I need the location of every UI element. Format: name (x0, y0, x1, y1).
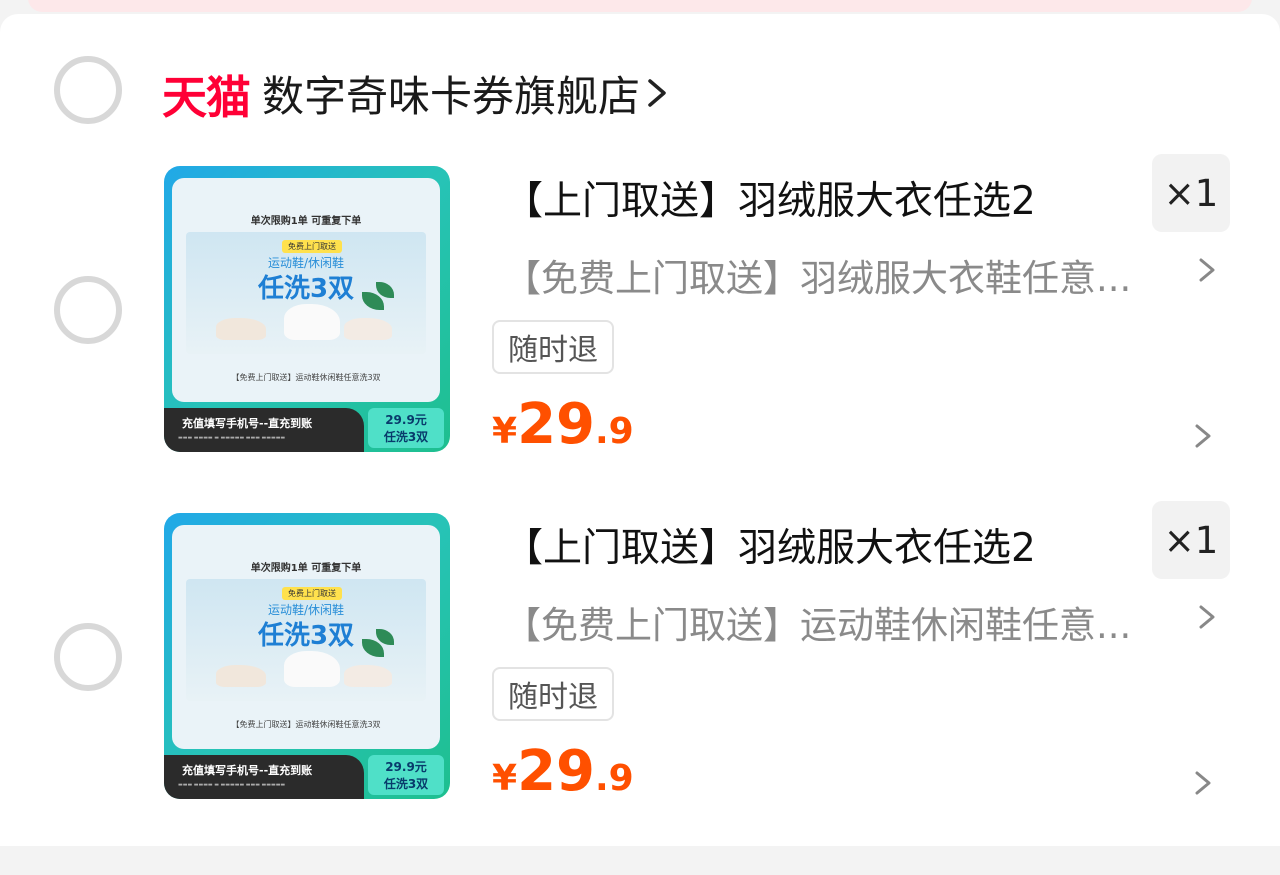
return-tag: 随时退 (492, 320, 614, 374)
store-header[interactable]: 天猫 数字奇味卡券旗舰店 (162, 58, 670, 128)
thumbnail-offer: 任洗3双 (383, 430, 429, 444)
item-sku[interactable]: 【免费上门取送】运动鞋休闲鞋任意... (504, 595, 1131, 649)
product-thumbnail[interactable]: 单次限购1单 可重复下单 免费上门取送 运动鞋/休闲鞋 任洗3双 【免费上门取送… (164, 513, 450, 799)
thumbnail-recharge-text: 充值填写手机号--直充到账 (182, 417, 313, 430)
product-thumbnail[interactable]: 单次限购1单 可重复下单 免费上门取送 运动鞋/休闲鞋 任洗3双 【免费上门取送… (164, 166, 450, 452)
shoe-image (216, 318, 266, 340)
shoe-image (284, 304, 340, 340)
thumbnail-badge: 免费上门取送 (282, 587, 342, 600)
item-price: ¥29.9 (492, 392, 634, 457)
thumbnail-recharge-text: 充值填写手机号--直充到账 (182, 764, 313, 777)
item-select-radio[interactable] (54, 276, 122, 344)
store-select-radio[interactable] (54, 56, 122, 124)
thumbnail-recharge-bar: 充值填写手机号--直充到账 ▬▬▬ ▬▬▬▬ ▬ ▬▬▬▬▬ ▬▬▬ ▬▬▬▬▬ (164, 408, 364, 452)
price-integer: 29 (517, 739, 595, 804)
cart-item: 单次限购1单 可重复下单 免费上门取送 运动鞋/休闲鞋 任洗3双 【免费上门取送… (0, 501, 1280, 813)
chevron-right-icon[interactable] (1192, 765, 1214, 801)
thumbnail-price-box: 29.9元 任洗3双 (368, 408, 444, 448)
price-decimal: .9 (595, 411, 634, 452)
tmall-logo: 天猫 (162, 70, 251, 124)
shoe-image (216, 665, 266, 687)
store-cart-card: 天猫 数字奇味卡券旗舰店 单次限购1单 可重复下单 免费上门取送 运动鞋/休闲鞋… (0, 14, 1280, 846)
thumbnail-caption: 【免费上门取送】运动鞋休闲鞋任意洗3双 (231, 373, 381, 382)
thumbnail-price: 29.9元 (385, 760, 427, 774)
item-title[interactable]: 【上门取送】羽绒服大衣任选2 (504, 517, 1036, 573)
thumbnail-fine-print: ▬▬▬ ▬▬▬▬ ▬ ▬▬▬▬▬ ▬▬▬ ▬▬▬▬▬ (178, 435, 286, 441)
price-symbol: ¥ (492, 758, 518, 799)
price-decimal: .9 (595, 758, 634, 799)
quantity-button[interactable]: ×1 (1152, 154, 1230, 232)
thumbnail-caption: 【免费上门取送】运动鞋休闲鞋任意洗3双 (231, 720, 381, 729)
bottom-background (0, 846, 1280, 875)
thumbnail-photo: 免费上门取送 运动鞋/休闲鞋 任洗3双 (186, 579, 426, 701)
thumbnail-price: 29.9元 (385, 413, 427, 427)
shoe-image (344, 318, 392, 340)
price-symbol: ¥ (492, 411, 518, 452)
quantity-button[interactable]: ×1 (1152, 501, 1230, 579)
chevron-right-icon[interactable] (1196, 599, 1218, 635)
thumbnail-badge: 免费上门取送 (282, 240, 342, 253)
item-price: ¥29.9 (492, 739, 634, 804)
shoe-image (344, 665, 392, 687)
price-integer: 29 (517, 392, 595, 457)
previous-card-edge (28, 0, 1252, 12)
store-name: 数字奇味卡券旗舰店 (262, 71, 641, 121)
thumbnail-limit-text: 单次限购1单 可重复下单 (250, 216, 362, 227)
item-select-radio[interactable] (54, 623, 122, 691)
chevron-right-icon[interactable] (1196, 252, 1218, 288)
thumbnail-photo: 免费上门取送 运动鞋/休闲鞋 任洗3双 (186, 232, 426, 354)
chevron-right-icon[interactable] (1192, 418, 1214, 454)
thumbnail-price-box: 29.9元 任洗3双 (368, 755, 444, 795)
thumbnail-recharge-bar: 充值填写手机号--直充到账 ▬▬▬ ▬▬▬▬ ▬ ▬▬▬▬▬ ▬▬▬ ▬▬▬▬▬ (164, 755, 364, 799)
item-title[interactable]: 【上门取送】羽绒服大衣任选2 (504, 170, 1036, 226)
return-tag: 随时退 (492, 667, 614, 721)
thumbnail-poster: 单次限购1单 可重复下单 免费上门取送 运动鞋/休闲鞋 任洗3双 【免费上门取送… (172, 178, 440, 402)
chevron-right-icon (648, 79, 666, 107)
thumbnail-poster: 单次限购1单 可重复下单 免费上门取送 运动鞋/休闲鞋 任洗3双 【免费上门取送… (172, 525, 440, 749)
thumbnail-offer: 任洗3双 (383, 777, 429, 791)
item-sku[interactable]: 【免费上门取送】羽绒服大衣鞋任意... (504, 248, 1131, 302)
thumbnail-limit-text: 单次限购1单 可重复下单 (250, 563, 362, 574)
cart-item: 单次限购1单 可重复下单 免费上门取送 运动鞋/休闲鞋 任洗3双 【免费上门取送… (0, 154, 1280, 466)
thumbnail-fine-print: ▬▬▬ ▬▬▬▬ ▬ ▬▬▬▬▬ ▬▬▬ ▬▬▬▬▬ (178, 782, 286, 788)
shoe-image (284, 651, 340, 687)
